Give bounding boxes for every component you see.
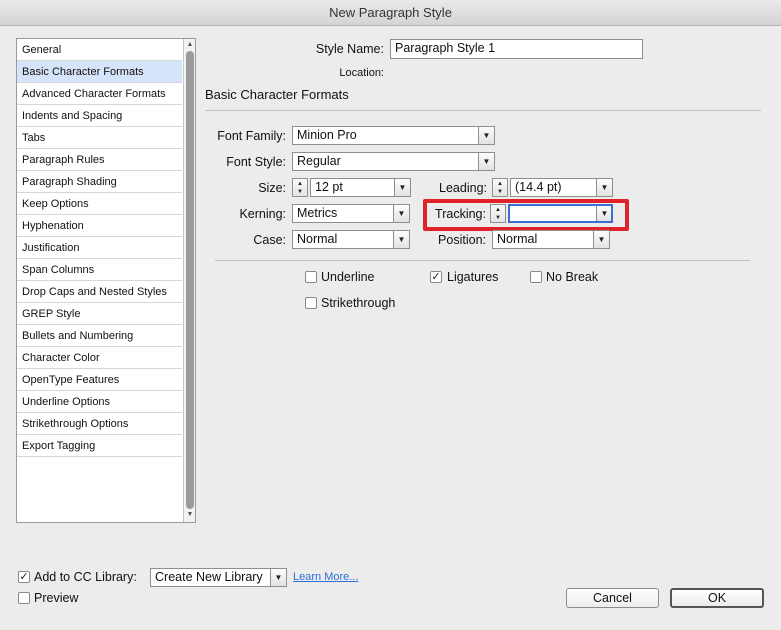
sidebar-item[interactable]: Advanced Character Formats [17,83,182,105]
font-family-dropdown[interactable]: Minion Pro ▼ [292,126,495,145]
learn-more-link[interactable]: Learn More... [293,571,358,583]
size-label: Size: [258,181,286,195]
leading-combo[interactable]: (14.4 pt) ▼ [510,178,613,197]
case-label: Case: [253,233,286,247]
no-break-checkbox[interactable] [530,271,542,283]
scroll-up-arrow-icon[interactable]: ▲ [185,40,195,50]
size-stepper[interactable]: ▲ ▼ [292,178,308,197]
case-value: Normal [297,232,338,246]
underline-label: Underline [321,270,375,284]
font-family-value: Minion Pro [297,128,357,142]
sidebar-item[interactable]: Justification [17,237,182,259]
chevron-down-icon[interactable]: ▼ [596,179,612,196]
position-label: Position: [438,233,486,247]
chevron-down-icon[interactable]: ▼ [270,569,286,586]
font-style-value: Regular [297,154,341,168]
underline-checkbox[interactable] [305,271,317,283]
scroll-thumb[interactable] [186,51,194,509]
no-break-label: No Break [546,270,599,284]
strikethrough-checkbox[interactable] [305,297,317,309]
add-to-cc-library-label: Add to CC Library: [34,570,137,584]
sidebar-item[interactable]: Basic Character Formats [17,61,182,83]
category-list[interactable]: General Basic Character Formats Advanced C… [16,38,196,523]
kerning-value: Metrics [297,206,338,220]
kerning-label: Kerning: [239,207,286,221]
preview-checkbox[interactable] [18,592,30,604]
options-divider [215,260,750,261]
chevron-down-icon[interactable]: ▼ [478,153,494,170]
leading-label: Leading: [439,181,487,195]
sidebar-item[interactable]: Paragraph Shading [17,171,182,193]
sidebar-item[interactable]: Strikethrough Options [17,413,182,435]
sidebar-item[interactable]: Span Columns [17,259,182,281]
font-style-dropdown[interactable]: Regular ▼ [292,152,495,171]
style-name-input[interactable]: Paragraph Style 1 [390,39,643,59]
kerning-combo[interactable]: Metrics ▼ [292,204,410,223]
library-dropdown[interactable]: Create New Library ▼ [150,568,287,587]
chevron-down-icon[interactable]: ▼ [393,231,409,248]
sidebar-item[interactable]: Bullets and Numbering [17,325,182,347]
sidebar-item[interactable]: Keep Options [17,193,182,215]
ligatures-checkbox[interactable]: ✓ [430,271,442,283]
case-dropdown[interactable]: Normal ▼ [292,230,410,249]
stepper-down-icon[interactable]: ▼ [293,188,307,196]
ligatures-label: Ligatures [447,270,499,284]
new-paragraph-style-dialog: General Basic Character Formats Advanced C… [0,26,781,630]
size-combo[interactable]: 12 pt ▼ [310,178,411,197]
scroll-down-arrow-icon[interactable]: ▼ [185,510,195,520]
position-dropdown[interactable]: Normal ▼ [492,230,610,249]
position-value: Normal [497,232,538,246]
section-divider [205,110,761,111]
stepper-down-icon[interactable]: ▼ [493,188,507,196]
cancel-button[interactable]: Cancel [566,588,659,608]
sidebar-item[interactable]: Export Tagging [17,435,182,457]
sidebar-item[interactable]: Tabs [17,127,182,149]
section-title: Basic Character Formats [205,87,349,102]
stepper-up-icon[interactable]: ▲ [293,180,307,188]
category-list-scrollbar[interactable]: ▲ ▼ [183,39,195,522]
tracking-highlight-annotation [423,199,629,231]
size-value: 12 pt [315,180,343,194]
sidebar-item[interactable]: Paragraph Rules [17,149,182,171]
sidebar-item[interactable]: General [17,39,182,61]
location-label: Location: [339,67,384,79]
font-family-label: Font Family: [217,129,286,143]
chevron-down-icon[interactable]: ▼ [393,205,409,222]
sidebar-item[interactable]: Underline Options [17,391,182,413]
sidebar-item[interactable]: Character Color [17,347,182,369]
sidebar-item[interactable]: Hyphenation [17,215,182,237]
chevron-down-icon[interactable]: ▼ [478,127,494,144]
preview-label: Preview [34,591,79,605]
sidebar-item[interactable]: Drop Caps and Nested Styles [17,281,182,303]
sidebar-item[interactable]: GREP Style [17,303,182,325]
add-to-cc-library-checkbox[interactable]: ✓ [18,571,30,583]
window-title: New Paragraph Style [0,0,781,26]
stepper-up-icon[interactable]: ▲ [493,180,507,188]
chevron-down-icon[interactable]: ▼ [394,179,410,196]
font-style-label: Font Style: [226,155,286,169]
sidebar-item[interactable]: OpenType Features [17,369,182,391]
sidebar-item[interactable]: Indents and Spacing [17,105,182,127]
chevron-down-icon[interactable]: ▼ [593,231,609,248]
style-name-label: Style Name: [315,42,384,56]
ok-button[interactable]: OK [670,588,764,608]
library-dropdown-value: Create New Library [155,570,263,584]
strikethrough-label: Strikethrough [321,296,396,310]
leading-stepper[interactable]: ▲ ▼ [492,178,508,197]
leading-value: (14.4 pt) [515,180,562,194]
